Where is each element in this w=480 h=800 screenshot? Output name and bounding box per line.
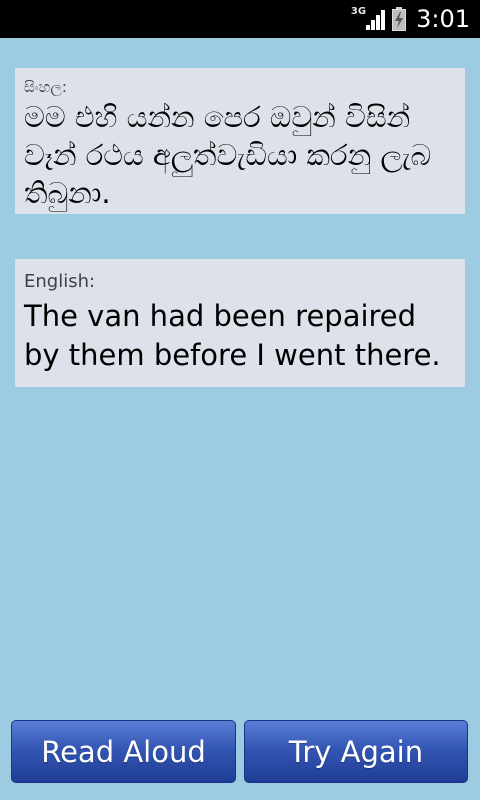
status-bar: 3G 3:01	[0, 0, 480, 38]
sinhala-text: මම එහි යන්න පෙර ඔවුන් විසින් වෑන් රථය අල…	[24, 100, 432, 210]
english-text: The van had been repaired by them before…	[24, 299, 441, 372]
signal-icon	[366, 8, 386, 30]
battery-icon	[392, 7, 407, 31]
clock: 3:01	[416, 5, 470, 33]
network-type-label: 3G	[350, 5, 367, 17]
english-label: English:	[24, 271, 96, 292]
read-aloud-button[interactable]: Read Aloud	[11, 720, 236, 783]
try-again-button[interactable]: Try Again	[244, 720, 468, 783]
status-icons: 3G 3:01	[345, 0, 470, 38]
english-panel: English: The van had been repaired by th…	[15, 259, 465, 387]
sinhala-label: සිංහල:	[24, 78, 67, 96]
sinhala-panel: සිංහල: මම එහි යන්න පෙර ඔවුන් විසින් වෑන්…	[15, 68, 465, 214]
